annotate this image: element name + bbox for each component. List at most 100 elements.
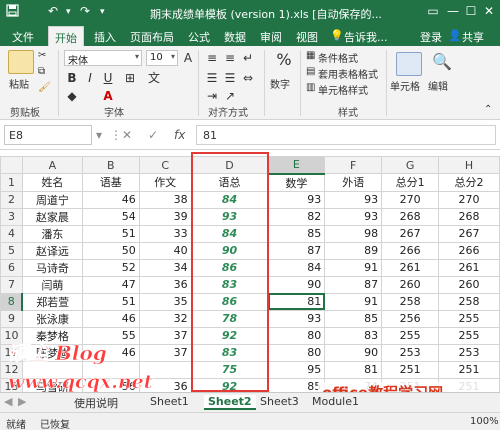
share-button[interactable]: 共享	[462, 29, 484, 45]
grid-cell[interactable]: 258	[381, 292, 440, 311]
grid-cell[interactable]: 52	[81, 258, 140, 277]
grid-cell[interactable]: 38	[138, 190, 192, 209]
redo-icon[interactable]: ↷	[80, 4, 90, 18]
sheet-tab-sheet1[interactable]: Sheet1	[150, 395, 189, 408]
row-header[interactable]: 12	[0, 360, 23, 379]
scroll-left-icon[interactable]: ◀	[4, 395, 12, 408]
row-header[interactable]: 8	[0, 292, 24, 311]
grid-cell[interactable]: 261	[381, 258, 440, 277]
grid-cell[interactable]: 37	[138, 326, 192, 345]
grow-font-icon[interactable]: A	[180, 50, 196, 66]
grid-cell[interactable]: 37	[138, 343, 192, 362]
row-header[interactable]: 9	[0, 309, 23, 328]
scroll-right-icon[interactable]: ▶	[18, 395, 26, 408]
phonetic-icon[interactable]: 文	[146, 70, 162, 86]
paste-button-label[interactable]: 粘贴	[9, 76, 29, 91]
column-title-cell[interactable]: 语基	[81, 173, 140, 192]
sheet-tab-sheet2[interactable]: Sheet2	[204, 395, 256, 410]
grid-cell[interactable]: 90	[267, 275, 326, 294]
grid-cell[interactable]: 83	[324, 326, 383, 345]
grid-cell[interactable]: 83	[190, 275, 269, 294]
align-center-icon[interactable]: ☰	[222, 70, 238, 86]
grid-cell[interactable]: 马诗奇	[21, 258, 83, 277]
row-header[interactable]: 1	[0, 173, 23, 192]
font-name-select[interactable]: 宋体 ▾	[64, 50, 142, 67]
number-format-button[interactable]: 数字	[270, 76, 290, 91]
tab-home[interactable]: 开始	[48, 26, 84, 46]
grid-cell[interactable]: 闫萌	[21, 275, 83, 294]
grid-cell[interactable]: 81	[324, 360, 383, 379]
row-header[interactable]: 2	[0, 190, 23, 209]
chevron-down-icon[interactable]: ▾	[96, 128, 102, 142]
grid-cell[interactable]: 98	[324, 224, 383, 243]
grid-cell[interactable]: 郑若萱	[21, 292, 83, 311]
merge-icon[interactable]: ⇔	[240, 70, 256, 86]
grid-cell[interactable]: 84	[190, 224, 269, 243]
grid-cell[interactable]: 84	[190, 190, 269, 209]
grid-cell[interactable]: 潘东	[21, 224, 83, 243]
login-link[interactable]: 登录	[420, 29, 442, 45]
row-header[interactable]: 4	[0, 224, 23, 243]
tab-page-layout[interactable]: 页面布局	[130, 29, 174, 45]
fill-color-icon[interactable]: ◆	[64, 88, 80, 104]
align-middle-icon[interactable]: ≡	[222, 50, 238, 66]
underline-icon[interactable]: U	[100, 70, 116, 86]
grid-cell[interactable]: 46	[81, 190, 140, 209]
grid-cell[interactable]: 39	[138, 207, 192, 226]
function-icon[interactable]: fx	[174, 128, 185, 142]
grid-cell[interactable]: 50	[81, 241, 140, 260]
grid-cell[interactable]: 78	[190, 309, 269, 328]
enter-icon[interactable]: ✓	[148, 128, 158, 142]
grid-cell[interactable]: 34	[138, 258, 192, 277]
row-header[interactable]: 5	[0, 241, 23, 260]
undo-dropdown-icon[interactable]: ▾	[66, 7, 71, 17]
grid-cell[interactable]: 51	[81, 224, 140, 243]
grid-cell[interactable]: 260	[381, 275, 440, 294]
grid-cell[interactable]: 55	[81, 326, 140, 345]
grid-cell[interactable]: 266	[381, 241, 440, 260]
grid-cell[interactable]: 33	[138, 224, 192, 243]
column-header-b[interactable]: B	[81, 156, 140, 174]
conditional-format-icon[interactable]: ▦	[306, 50, 315, 61]
grid-cell[interactable]	[21, 360, 83, 379]
editing-button[interactable]: 编辑	[428, 78, 448, 93]
column-title-cell[interactable]: 总分2	[438, 173, 500, 192]
percent-icon[interactable]: %	[276, 52, 292, 68]
tab-file[interactable]: 文件	[12, 29, 34, 45]
minimize-icon[interactable]: —	[444, 4, 462, 18]
grid-cell[interactable]	[81, 360, 140, 379]
zoom-level[interactable]: 100%	[470, 416, 499, 427]
grid-cell[interactable]: 89	[324, 241, 383, 260]
border-icon[interactable]: ⊞	[122, 70, 138, 86]
grid-cell[interactable]: 90	[324, 343, 383, 362]
tab-formulas[interactable]: 公式	[188, 29, 210, 45]
sheet-tab-module1[interactable]: Module1	[312, 395, 359, 408]
orientation-icon[interactable]: ↗	[222, 88, 238, 104]
grid-cell[interactable]: 255	[438, 326, 500, 345]
font-size-select[interactable]: 10 ▾	[146, 50, 178, 66]
grid-cell[interactable]: 255	[438, 309, 500, 328]
row-header[interactable]: 10	[0, 326, 23, 345]
cut-icon[interactable]: ✂	[38, 50, 46, 61]
grid-cell[interactable]: 81	[267, 292, 326, 311]
font-color-icon[interactable]: A	[100, 88, 116, 104]
grid-cell[interactable]: 93	[324, 207, 383, 226]
grid-cell[interactable]: 85	[324, 309, 383, 328]
select-all-corner[interactable]	[0, 156, 23, 174]
conditional-format-button[interactable]: 条件格式	[318, 50, 358, 65]
ribbon-display-icon[interactable]: ▭	[424, 4, 442, 18]
sheet-tab-sheet3[interactable]: Sheet3	[260, 395, 299, 408]
table-format-button[interactable]: 套用表格格式	[318, 66, 378, 81]
cells-icon[interactable]	[396, 52, 422, 76]
table-format-icon[interactable]: ▤	[306, 66, 315, 77]
grid-cell[interactable]: 91	[324, 258, 383, 277]
column-title-cell[interactable]: 外语	[324, 173, 383, 192]
grid-cell[interactable]: 266	[438, 241, 500, 260]
tab-insert[interactable]: 插入	[94, 29, 116, 45]
row-header[interactable]: 6	[0, 258, 23, 277]
bold-icon[interactable]: B	[64, 70, 80, 86]
grid-cell[interactable]: 93	[324, 190, 383, 209]
grid-cell[interactable]: 261	[438, 258, 500, 277]
row-header[interactable]: 11	[0, 343, 23, 362]
grid-cell[interactable]: 35	[138, 292, 192, 311]
